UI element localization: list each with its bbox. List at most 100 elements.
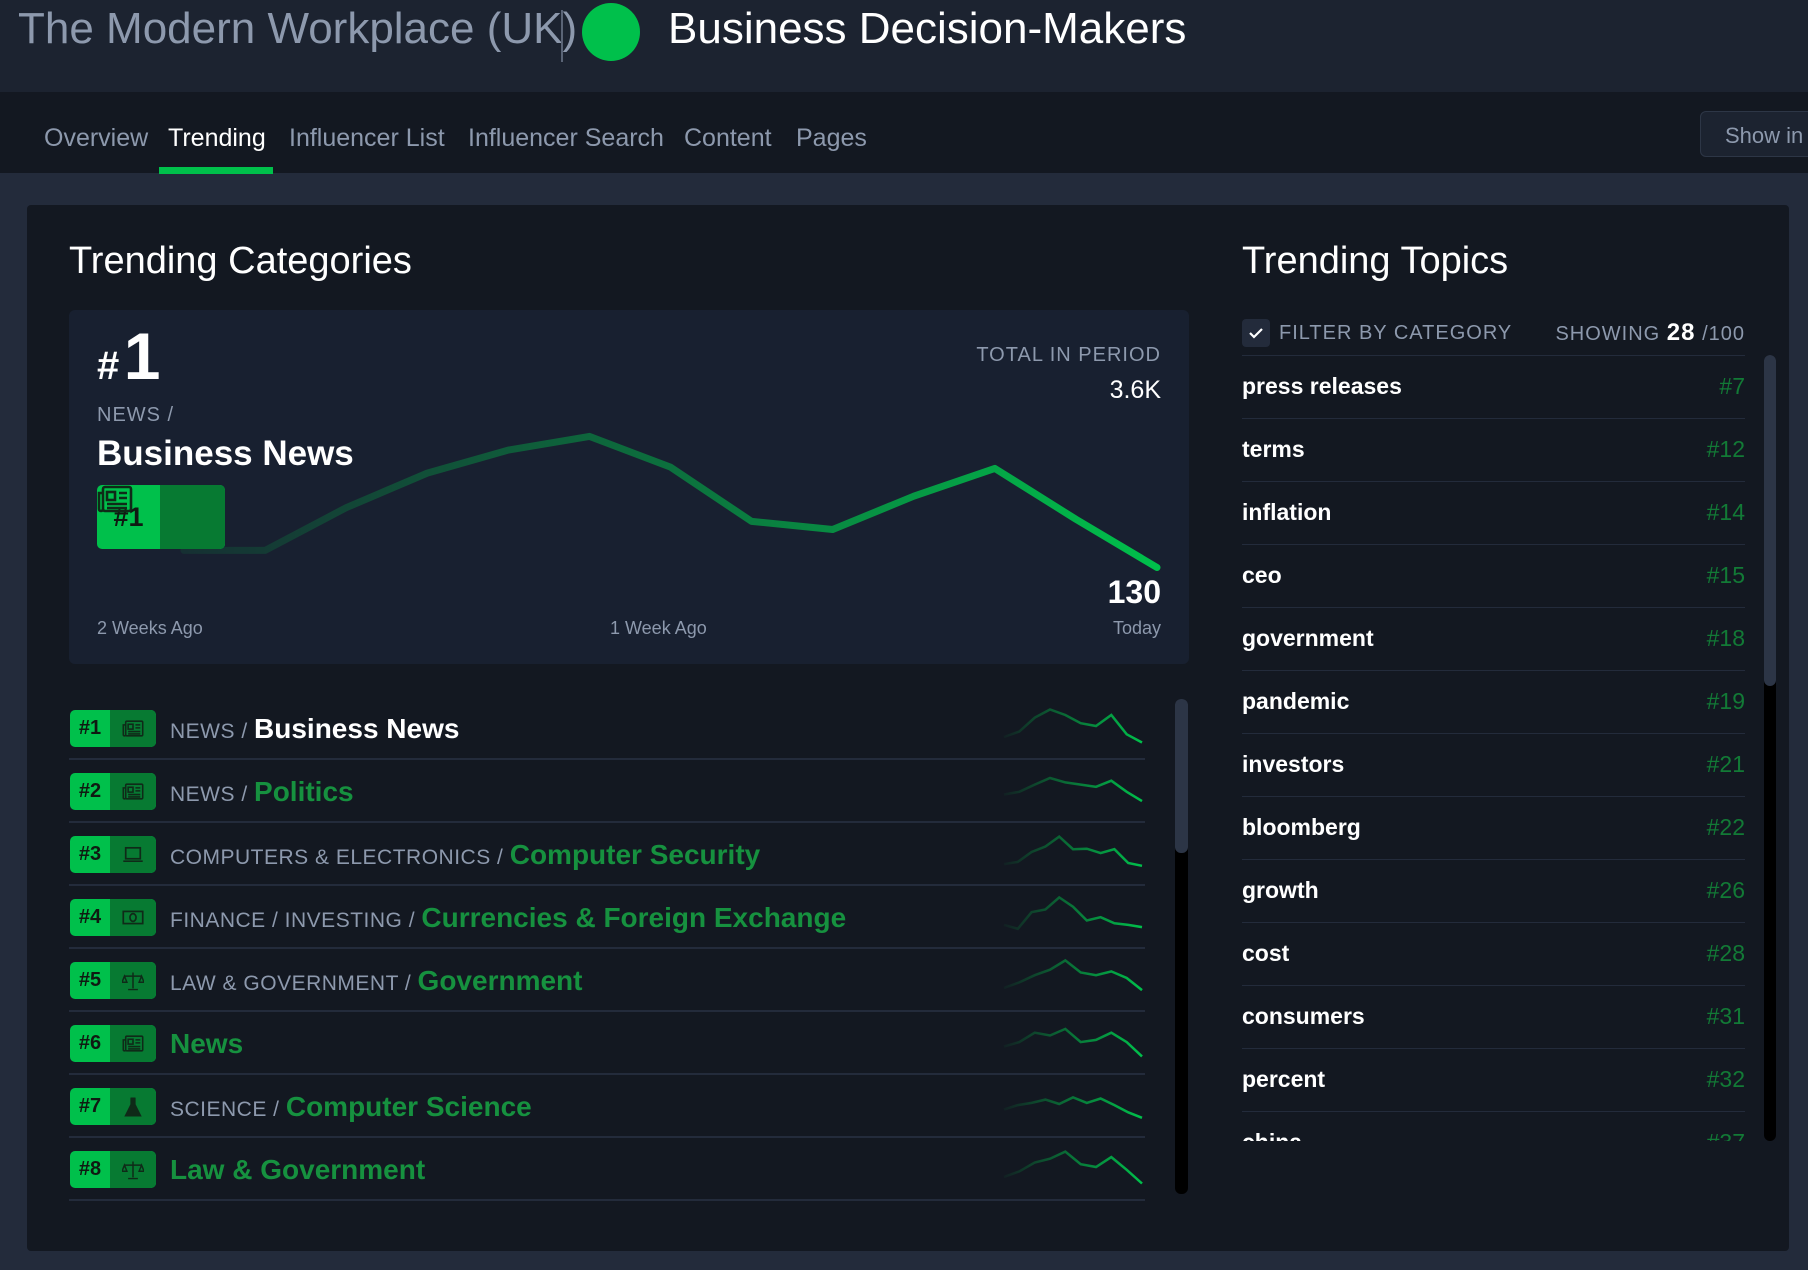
topic-row[interactable]: terms #12 xyxy=(1242,419,1745,482)
topic-rank: #26 xyxy=(1706,877,1745,903)
rank-hash: # xyxy=(97,344,120,388)
topic-name: investors xyxy=(1242,751,1345,777)
category-parent: NEWS / xyxy=(97,404,175,426)
scrollbar-thumb[interactable] xyxy=(1175,699,1188,853)
topic-row[interactable]: cost #28 xyxy=(1242,923,1745,986)
category-row[interactable]: #4 FINANCE / INVESTING / Currencies & Fo… xyxy=(69,886,1145,949)
category-parent: NEWS / xyxy=(170,783,255,806)
segment-color-dot xyxy=(582,3,640,61)
sparkline-path xyxy=(1003,1150,1143,1185)
topic-row[interactable]: government #18 xyxy=(1242,608,1745,671)
topic-name: inflation xyxy=(1242,499,1332,525)
tab-trending[interactable]: Trending xyxy=(168,124,266,153)
tab-influencer-list[interactable]: Influencer List xyxy=(289,124,445,153)
divider xyxy=(561,10,563,62)
filter-checkbox[interactable] xyxy=(1242,319,1270,347)
category-name: Government xyxy=(417,965,583,996)
category-name: Politics xyxy=(254,776,354,807)
showing-total: /100 xyxy=(1702,323,1745,345)
total-label: TOTAL IN PERIOD xyxy=(976,344,1161,366)
badge-rank: #4 xyxy=(78,906,102,928)
showing-label: SHOWING xyxy=(1555,323,1661,345)
tab-bar: Overview Trending Influencer List Influe… xyxy=(0,92,1808,174)
rank-badge: #1 xyxy=(97,485,225,549)
category-label: NEWS / Business News xyxy=(170,713,459,745)
topic-row[interactable]: china #37 xyxy=(1242,1112,1745,1141)
rank-badge: #6 xyxy=(70,1025,156,1062)
total-value: 3.6K xyxy=(1109,376,1161,404)
rank-number: 1 xyxy=(123,319,161,393)
category-row[interactable]: #7 SCIENCE / Computer Science xyxy=(69,1075,1145,1138)
top-category-card[interactable]: # 1 NEWS / Business News #1 TOTAL IN PER… xyxy=(69,310,1189,664)
newspaper-icon xyxy=(97,485,225,549)
sparkline xyxy=(1003,1027,1143,1058)
badge-rank: #2 xyxy=(78,780,102,802)
topic-list: press releases #7 terms #12 inflation #14 ceo #… xyxy=(1242,355,1745,1141)
category-name: Business News xyxy=(254,713,460,744)
newspaper-icon xyxy=(110,773,156,810)
topic-name: ceo xyxy=(1242,562,1282,588)
topic-scrollbar[interactable] xyxy=(1764,355,1776,1141)
segment-title: Business Decision-Makers xyxy=(668,4,1187,53)
category-row[interactable]: #6 News xyxy=(69,1012,1145,1075)
rank-badge: #3 xyxy=(70,836,156,873)
topic-name: pandemic xyxy=(1242,688,1350,714)
category-scrollbar[interactable] xyxy=(1175,699,1188,1194)
category-parent: SCIENCE / xyxy=(170,1098,286,1121)
topic-rank: #19 xyxy=(1706,688,1745,714)
category-row[interactable]: #8 Law & Government xyxy=(69,1138,1145,1201)
topic-rank: #28 xyxy=(1706,940,1745,966)
newspaper-icon xyxy=(110,710,156,747)
tab-overview[interactable]: Overview xyxy=(44,124,148,153)
topic-name: china xyxy=(1242,1129,1302,1141)
topic-name: bloomberg xyxy=(1242,814,1361,840)
topic-row[interactable]: consumers #31 xyxy=(1242,986,1745,1049)
category-row[interactable]: #1 NEWS / Business News xyxy=(69,697,1145,760)
sparkline xyxy=(1003,1150,1143,1185)
topic-row[interactable]: press releases #7 xyxy=(1242,356,1745,419)
badge-rank: #6 xyxy=(78,1032,102,1054)
sparkline xyxy=(1003,958,1143,992)
topic-row[interactable]: growth #26 xyxy=(1242,860,1745,923)
category-name: Computer Science xyxy=(285,1091,532,1122)
show-in-button[interactable]: Show in xyxy=(1700,111,1808,157)
category-name: Currencies & Foreign Exchange xyxy=(421,902,847,933)
sparkline-path xyxy=(1003,895,1143,931)
topic-rank: #37 xyxy=(1707,1129,1745,1141)
topic-rank: #32 xyxy=(1706,1066,1745,1092)
header: The Modern Workplace (UK) Business Decis… xyxy=(0,0,1808,92)
category-row[interactable]: #3 COMPUTERS & ELECTRONICS / Computer Se… xyxy=(69,823,1145,886)
category-row[interactable]: #5 LAW & GOVERNMENT / Government xyxy=(69,949,1145,1012)
showing-number: 28 xyxy=(1666,319,1696,346)
x-label-end: Today xyxy=(1112,618,1161,638)
topic-row[interactable]: bloomberg #22 xyxy=(1242,797,1745,860)
topic-row[interactable]: pandemic #19 xyxy=(1242,671,1745,734)
topic-row[interactable]: investors #21 xyxy=(1242,734,1745,797)
app-title: The Modern Workplace (UK) xyxy=(18,4,578,53)
newspaper-icon xyxy=(110,1025,156,1062)
tab-content[interactable]: Content xyxy=(684,124,772,153)
category-parent: LAW & GOVERNMENT / xyxy=(170,972,418,995)
main-panel: Trending Categories # 1 NEWS / Business … xyxy=(27,205,1789,1251)
category-label: Law & Government xyxy=(170,1154,425,1186)
topic-row[interactable]: ceo #15 xyxy=(1242,545,1745,608)
tab-pages[interactable]: Pages xyxy=(796,124,867,153)
trending-categories-title: Trending Categories xyxy=(69,240,412,282)
category-row[interactable]: #2 NEWS / Politics xyxy=(69,760,1145,823)
topic-rank: #14 xyxy=(1706,499,1745,525)
tab-influencer-search[interactable]: Influencer Search xyxy=(468,124,664,153)
scrollbar-thumb[interactable] xyxy=(1764,355,1776,686)
scales-icon xyxy=(110,962,156,999)
x-label-start: 2 Weeks Ago xyxy=(97,618,203,638)
topic-rank: #22 xyxy=(1706,814,1745,840)
laptop-icon xyxy=(110,836,156,873)
latest-value: 130 xyxy=(1107,574,1161,610)
topic-row[interactable]: percent #32 xyxy=(1242,1049,1745,1112)
rank-badge: #5 xyxy=(70,962,156,999)
topic-name: government xyxy=(1242,625,1374,651)
badge-rank: #1 xyxy=(78,717,102,739)
showing-count: SHOWING 28 /100 xyxy=(1555,319,1745,347)
rank-badge: #8 xyxy=(70,1151,156,1188)
sparkline-path xyxy=(1003,834,1143,868)
topic-row[interactable]: inflation #14 xyxy=(1242,482,1745,545)
